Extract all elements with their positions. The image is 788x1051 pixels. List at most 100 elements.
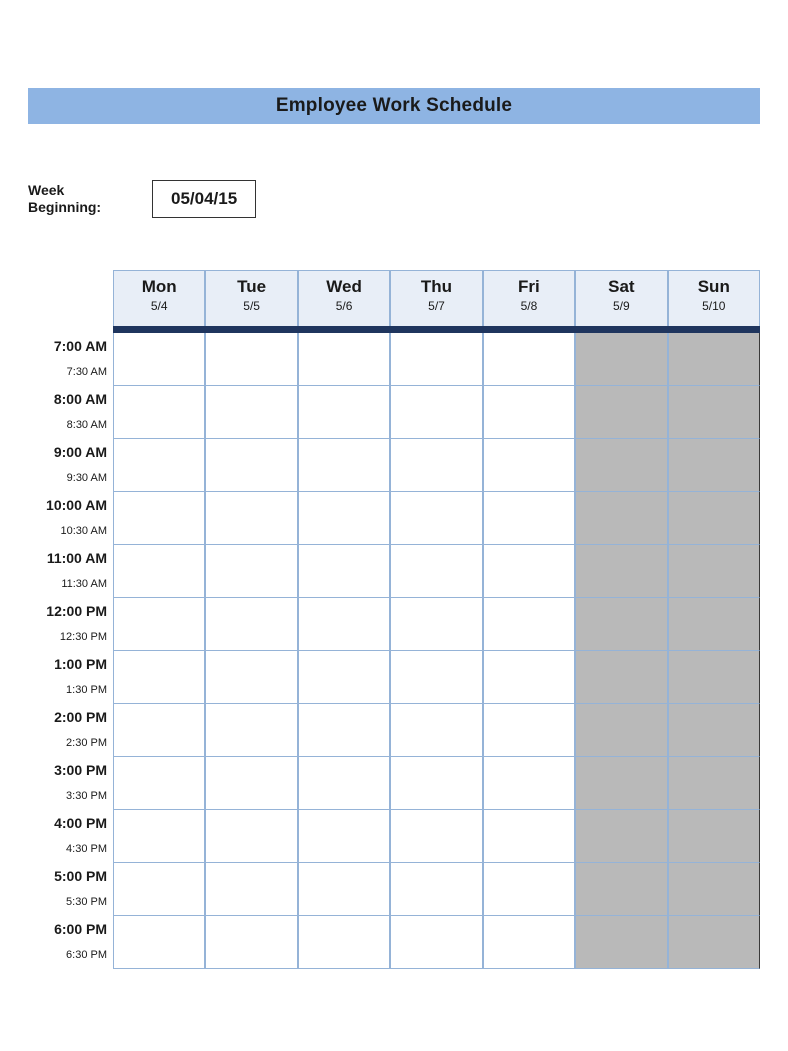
- schedule-cell[interactable]: [205, 757, 297, 783]
- schedule-cell[interactable]: [483, 916, 575, 942]
- schedule-cell[interactable]: [390, 492, 482, 518]
- schedule-cell[interactable]: [298, 942, 390, 969]
- schedule-cell[interactable]: [668, 571, 760, 598]
- schedule-cell[interactable]: [298, 518, 390, 545]
- schedule-cell[interactable]: [483, 333, 575, 359]
- schedule-cell[interactable]: [668, 412, 760, 439]
- schedule-cell[interactable]: [668, 757, 760, 783]
- schedule-cell[interactable]: [483, 598, 575, 624]
- schedule-cell[interactable]: [298, 836, 390, 863]
- schedule-cell[interactable]: [575, 863, 667, 889]
- schedule-cell[interactable]: [205, 624, 297, 651]
- schedule-cell[interactable]: [575, 439, 667, 465]
- schedule-cell[interactable]: [113, 465, 205, 492]
- schedule-cell[interactable]: [668, 465, 760, 492]
- schedule-cell[interactable]: [575, 783, 667, 810]
- schedule-cell[interactable]: [298, 624, 390, 651]
- schedule-cell[interactable]: [390, 598, 482, 624]
- schedule-cell[interactable]: [668, 598, 760, 624]
- schedule-cell[interactable]: [205, 836, 297, 863]
- schedule-cell[interactable]: [205, 333, 297, 359]
- schedule-cell[interactable]: [113, 439, 205, 465]
- schedule-cell[interactable]: [113, 783, 205, 810]
- schedule-cell[interactable]: [205, 359, 297, 386]
- schedule-cell[interactable]: [113, 677, 205, 704]
- schedule-cell[interactable]: [113, 863, 205, 889]
- schedule-cell[interactable]: [668, 810, 760, 836]
- schedule-cell[interactable]: [298, 889, 390, 916]
- schedule-cell[interactable]: [298, 439, 390, 465]
- schedule-cell[interactable]: [668, 492, 760, 518]
- schedule-cell[interactable]: [298, 465, 390, 492]
- schedule-cell[interactable]: [483, 783, 575, 810]
- schedule-cell[interactable]: [575, 704, 667, 730]
- schedule-cell[interactable]: [668, 783, 760, 810]
- schedule-cell[interactable]: [205, 810, 297, 836]
- schedule-cell[interactable]: [390, 412, 482, 439]
- schedule-cell[interactable]: [575, 651, 667, 677]
- schedule-cell[interactable]: [205, 518, 297, 545]
- schedule-cell[interactable]: [390, 757, 482, 783]
- schedule-cell[interactable]: [668, 942, 760, 969]
- schedule-cell[interactable]: [483, 492, 575, 518]
- week-beginning-value[interactable]: 05/04/15: [152, 180, 256, 218]
- schedule-cell[interactable]: [575, 359, 667, 386]
- schedule-cell[interactable]: [390, 439, 482, 465]
- schedule-cell[interactable]: [113, 757, 205, 783]
- schedule-cell[interactable]: [668, 386, 760, 412]
- schedule-cell[interactable]: [483, 889, 575, 916]
- schedule-cell[interactable]: [205, 942, 297, 969]
- schedule-cell[interactable]: [575, 810, 667, 836]
- schedule-cell[interactable]: [113, 730, 205, 757]
- schedule-cell[interactable]: [298, 863, 390, 889]
- schedule-cell[interactable]: [390, 571, 482, 598]
- schedule-cell[interactable]: [483, 757, 575, 783]
- schedule-cell[interactable]: [205, 412, 297, 439]
- schedule-cell[interactable]: [390, 359, 482, 386]
- schedule-cell[interactable]: [205, 783, 297, 810]
- schedule-cell[interactable]: [483, 465, 575, 492]
- schedule-cell[interactable]: [668, 518, 760, 545]
- schedule-cell[interactable]: [483, 386, 575, 412]
- schedule-cell[interactable]: [298, 333, 390, 359]
- schedule-cell[interactable]: [205, 465, 297, 492]
- schedule-cell[interactable]: [113, 889, 205, 916]
- schedule-cell[interactable]: [575, 465, 667, 492]
- schedule-cell[interactable]: [668, 836, 760, 863]
- schedule-cell[interactable]: [113, 624, 205, 651]
- schedule-cell[interactable]: [668, 651, 760, 677]
- schedule-cell[interactable]: [205, 492, 297, 518]
- schedule-cell[interactable]: [390, 518, 482, 545]
- schedule-cell[interactable]: [483, 439, 575, 465]
- schedule-cell[interactable]: [298, 757, 390, 783]
- schedule-cell[interactable]: [205, 439, 297, 465]
- schedule-cell[interactable]: [298, 412, 390, 439]
- schedule-cell[interactable]: [575, 730, 667, 757]
- schedule-cell[interactable]: [205, 598, 297, 624]
- schedule-cell[interactable]: [668, 624, 760, 651]
- schedule-cell[interactable]: [483, 942, 575, 969]
- schedule-cell[interactable]: [390, 704, 482, 730]
- schedule-cell[interactable]: [113, 545, 205, 571]
- schedule-cell[interactable]: [390, 783, 482, 810]
- schedule-cell[interactable]: [298, 783, 390, 810]
- schedule-cell[interactable]: [298, 810, 390, 836]
- schedule-cell[interactable]: [390, 677, 482, 704]
- schedule-cell[interactable]: [113, 942, 205, 969]
- schedule-cell[interactable]: [575, 836, 667, 863]
- schedule-cell[interactable]: [575, 333, 667, 359]
- schedule-cell[interactable]: [390, 651, 482, 677]
- schedule-cell[interactable]: [390, 889, 482, 916]
- schedule-cell[interactable]: [483, 518, 575, 545]
- schedule-cell[interactable]: [668, 545, 760, 571]
- schedule-cell[interactable]: [575, 677, 667, 704]
- schedule-cell[interactable]: [113, 386, 205, 412]
- schedule-cell[interactable]: [113, 916, 205, 942]
- schedule-cell[interactable]: [483, 836, 575, 863]
- schedule-cell[interactable]: [483, 704, 575, 730]
- schedule-cell[interactable]: [205, 571, 297, 598]
- schedule-cell[interactable]: [298, 359, 390, 386]
- schedule-cell[interactable]: [113, 571, 205, 598]
- schedule-cell[interactable]: [390, 916, 482, 942]
- schedule-cell[interactable]: [390, 730, 482, 757]
